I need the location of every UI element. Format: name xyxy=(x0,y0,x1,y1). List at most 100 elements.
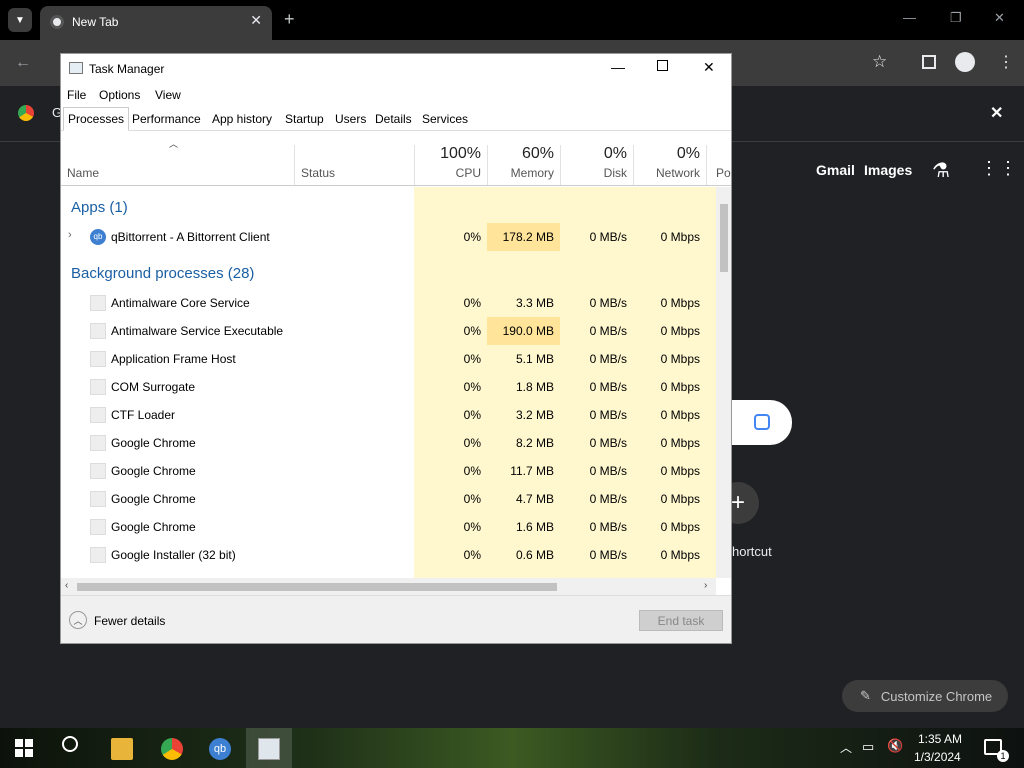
google-lens-icon[interactable] xyxy=(754,414,770,430)
network-value: 0 Mbps xyxy=(660,520,700,534)
menu-view[interactable]: View xyxy=(155,88,181,102)
horizontal-scroll-thumb[interactable] xyxy=(77,583,557,591)
tab-close-icon[interactable]: ✕ xyxy=(250,12,262,29)
gmail-link[interactable]: Gmail xyxy=(816,162,855,178)
expand-chevron-icon[interactable]: › xyxy=(68,229,72,241)
table-row[interactable]: Google Installer (32 bit) 0% 0.6 MB 0 MB… xyxy=(61,541,716,569)
close-window-icon[interactable]: ✕ xyxy=(994,10,1005,26)
column-power[interactable]: Po xyxy=(716,166,731,180)
tab-search-button[interactable]: ▼ xyxy=(8,8,32,32)
memory-value: 178.2 MB xyxy=(502,230,554,244)
table-row[interactable]: COM Surrogate 0% 1.8 MB 0 MB/s 0 Mbps xyxy=(61,373,716,401)
group-apps: Apps (1) xyxy=(71,199,128,216)
customize-chrome-button[interactable]: ✎ Customize Chrome xyxy=(842,680,1008,712)
network-value: 0 Mbps xyxy=(660,492,700,506)
table-row[interactable]: Antimalware Service Executable 0% 190.0 … xyxy=(61,317,716,345)
apps-grid-icon[interactable]: ⋮⋮⋮ xyxy=(980,158,1024,179)
info-bar-close-icon[interactable]: ✕ xyxy=(990,103,1003,123)
task-manager-icon[interactable] xyxy=(258,738,280,760)
new-tab-button[interactable]: + xyxy=(284,9,295,30)
memory-value: 4.7 MB xyxy=(515,492,554,506)
end-task-button[interactable]: End task xyxy=(639,610,723,631)
process-icon xyxy=(90,435,106,451)
chevron-up-circle-icon[interactable]: ︿ xyxy=(69,611,87,629)
bookmark-star-icon[interactable]: ☆ xyxy=(872,52,887,72)
scroll-left-icon[interactable]: ‹ xyxy=(65,580,68,591)
tab-app-history[interactable]: App history xyxy=(207,107,277,131)
column-name[interactable]: Name xyxy=(67,166,99,180)
tab-details[interactable]: Details xyxy=(370,107,417,131)
tab-processes[interactable]: Processes xyxy=(63,107,130,131)
cpu-percent: 100% xyxy=(440,145,481,162)
chrome-menu-icon[interactable]: ⋮ xyxy=(998,52,1014,72)
chrome-tab[interactable]: New Tab ✕ xyxy=(40,6,272,40)
network-value: 0 Mbps xyxy=(660,548,700,562)
table-row[interactable]: CTF Loader 0% 3.2 MB 0 MB/s 0 Mbps xyxy=(61,401,716,429)
volume-muted-icon[interactable]: 🔇 xyxy=(887,738,903,754)
column-memory[interactable]: Memory xyxy=(492,166,554,180)
minimize-icon[interactable]: — xyxy=(611,59,625,75)
column-divider xyxy=(487,145,488,185)
column-divider xyxy=(560,145,561,185)
minimize-icon[interactable]: — xyxy=(903,10,916,25)
tab-performance[interactable]: Performance xyxy=(127,107,206,131)
column-cpu[interactable]: CPU xyxy=(419,166,481,180)
network-percent: 0% xyxy=(676,145,700,162)
clock-date[interactable]: 1/3/2024 xyxy=(914,750,961,764)
windows-start-icon[interactable] xyxy=(15,739,33,757)
column-status[interactable]: Status xyxy=(301,166,335,180)
network-icon[interactable]: ▭ xyxy=(862,739,874,755)
vertical-scroll-thumb[interactable] xyxy=(720,204,728,272)
side-panel-icon[interactable] xyxy=(922,55,936,69)
group-background: Background processes (28) xyxy=(71,265,255,282)
labs-flask-icon[interactable]: ⚗ xyxy=(932,158,950,183)
table-row[interactable]: Application Frame Host 0% 5.1 MB 0 MB/s … xyxy=(61,345,716,373)
scroll-right-icon[interactable]: › xyxy=(704,580,707,591)
cpu-value: 0% xyxy=(463,324,481,338)
profile-avatar-icon[interactable] xyxy=(955,52,975,72)
tray-chevron-icon[interactable]: ︿ xyxy=(840,739,852,756)
tab-title: New Tab xyxy=(72,15,119,29)
cpu-value: 0% xyxy=(463,464,481,478)
column-divider xyxy=(633,145,634,185)
table-row[interactable]: Google Chrome 0% 1.6 MB 0 MB/s 0 Mbps xyxy=(61,513,716,541)
menu-options[interactable]: Options xyxy=(99,88,140,102)
qbittorrent-icon[interactable]: qb xyxy=(209,738,231,760)
restore-icon[interactable]: ❐ xyxy=(950,10,962,26)
table-row[interactable]: Google Chrome 0% 4.7 MB 0 MB/s 0 Mbps xyxy=(61,485,716,513)
disk-value: 0 MB/s xyxy=(589,436,627,450)
back-icon[interactable]: ← xyxy=(15,54,31,72)
chrome-icon[interactable] xyxy=(161,738,183,760)
title-bar[interactable]: Task Manager — ✕ xyxy=(61,54,731,84)
fewer-details-link[interactable]: Fewer details xyxy=(94,614,165,628)
disk-value: 0 MB/s xyxy=(589,296,627,310)
search-icon[interactable] xyxy=(62,736,78,752)
network-value: 0 Mbps xyxy=(660,408,700,422)
process-icon xyxy=(90,323,106,339)
search-box-end[interactable] xyxy=(732,400,792,445)
menu-file[interactable]: File xyxy=(67,88,86,102)
add-shortcut-label: hortcut xyxy=(732,544,772,559)
disk-value: 0 MB/s xyxy=(589,230,627,244)
file-explorer-icon[interactable] xyxy=(111,738,133,760)
tab-startup[interactable]: Startup xyxy=(280,107,329,131)
table-row[interactable]: Google Chrome 0% 11.7 MB 0 MB/s 0 Mbps xyxy=(61,457,716,485)
images-link[interactable]: Images xyxy=(864,162,912,178)
memory-value: 190.0 MB xyxy=(502,324,554,338)
column-disk[interactable]: Disk xyxy=(565,166,627,180)
close-icon[interactable]: ✕ xyxy=(703,59,715,76)
tab-services[interactable]: Services xyxy=(417,107,473,131)
task-manager-window: Task Manager — ✕ File Options View Proce… xyxy=(60,53,732,644)
column-network[interactable]: Network xyxy=(638,166,700,180)
tab-users[interactable]: Users xyxy=(330,107,371,131)
memory-percent: 60% xyxy=(521,145,554,162)
process-name: Google Chrome xyxy=(111,464,196,478)
clock-time[interactable]: 1:35 AM xyxy=(918,732,962,746)
process-icon xyxy=(90,351,106,367)
maximize-icon[interactable] xyxy=(657,60,668,71)
table-row[interactable]: Google Chrome 0% 8.2 MB 0 MB/s 0 Mbps xyxy=(61,429,716,457)
cpu-value: 0% xyxy=(463,436,481,450)
column-divider xyxy=(414,145,415,185)
table-row[interactable]: › qb qBittorrent - A Bittorrent Client 0… xyxy=(61,223,716,251)
table-row[interactable]: Antimalware Core Service 0% 3.3 MB 0 MB/… xyxy=(61,289,716,317)
